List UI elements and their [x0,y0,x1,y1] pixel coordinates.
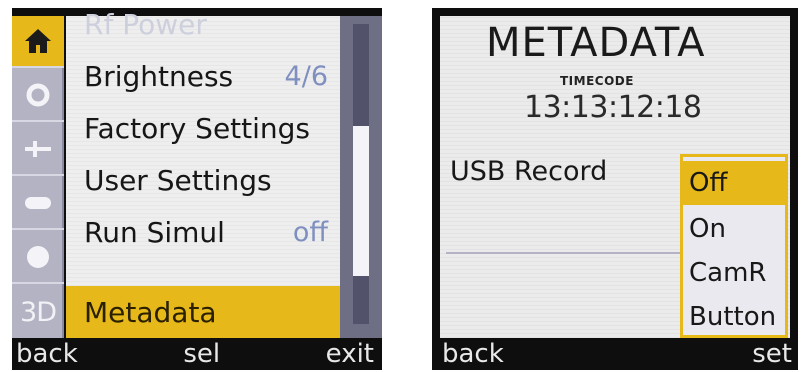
softkey-back[interactable]: back [16,339,78,369]
tab-bar[interactable] [12,178,64,230]
timecode-label: TIMECODE [560,74,634,88]
usb-record-label: USB Record [450,156,608,187]
option-off[interactable]: Off [683,161,785,205]
softkey-exit[interactable]: exit [326,339,374,369]
tab-circle[interactable] [12,70,64,122]
softkey-set[interactable]: set [752,339,792,369]
option-camr[interactable]: CamR [683,251,785,295]
page-title: METADATA [486,20,706,66]
menu-item-label: Rf Power [84,7,207,41]
option-label: Off [689,168,728,198]
menu-scrollbar[interactable] [340,16,382,338]
option-label: On [689,214,726,244]
menu-item-brightness[interactable]: Brightness 4/6 [66,50,340,102]
option-on[interactable]: On [683,207,785,251]
option-label: CamR [689,258,767,288]
tab-dot[interactable] [12,232,64,284]
bar-icon [25,197,51,209]
metadata-screen: METADATA TIMECODE 13:13:12:18 USB Record… [432,8,798,370]
softkey-bar: back set [432,338,798,370]
softkey-bar: back sel exit [12,338,382,370]
tab-3d-label: 3D [20,296,57,328]
settings-menu: Rf Power Brightness 4/6 Factory Settings… [66,8,340,338]
usb-record-dropdown[interactable]: Off On CamR Button [680,154,788,338]
menu-item-label: Metadata [84,295,217,329]
option-button[interactable]: Button [683,295,785,338]
option-label: Button [689,302,777,332]
menu-item-run-simul[interactable]: Run Simul off [66,206,340,258]
menu-item-metadata[interactable]: Metadata [66,286,340,338]
run-simul-value: off [292,216,328,248]
settings-screen: 3D Rf Power Brightness 4/6 Factory Setti… [12,8,382,370]
softkey-back[interactable]: back [442,339,504,369]
dot-icon [27,246,49,268]
menu-item-label: User Settings [84,163,272,197]
tab-connector[interactable] [12,124,64,176]
metadata-panel: METADATA TIMECODE 13:13:12:18 USB Record… [440,16,790,338]
divider [446,252,686,254]
menu-item-user-settings[interactable]: User Settings [66,154,340,206]
menu-item-rf-power[interactable]: Rf Power [66,0,340,50]
connector-icon [25,141,51,157]
menu-item-label: Factory Settings [84,111,311,145]
menu-item-label: Run Simul [84,215,225,249]
brightness-value: 4/6 [284,60,328,92]
scrollbar-thumb[interactable] [353,126,369,276]
circle-icon [26,83,50,107]
menu-item-factory-settings[interactable]: Factory Settings [66,102,340,154]
tab-home[interactable] [12,16,64,68]
softkey-select[interactable]: sel [183,339,220,369]
timecode-value: 13:13:12:18 [524,90,702,125]
scrollbar-track [353,24,369,324]
category-tab-strip: 3D [12,16,64,338]
home-icon [25,29,51,53]
tab-3d[interactable]: 3D [12,286,64,338]
menu-item-label: Brightness [84,59,234,93]
